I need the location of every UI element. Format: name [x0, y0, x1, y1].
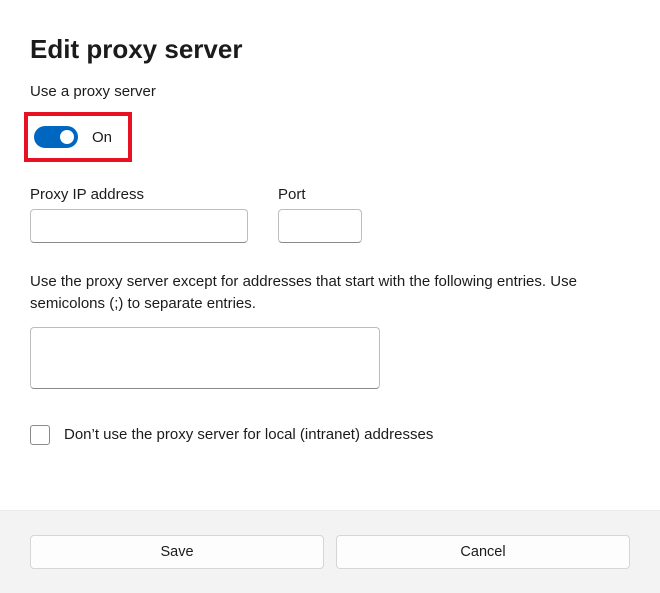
- proxy-toggle[interactable]: [34, 126, 78, 148]
- toggle-state-label: On: [92, 129, 112, 146]
- dialog-title: Edit proxy server: [30, 34, 630, 65]
- bypass-local-row: Don’t use the proxy server for local (in…: [30, 425, 630, 445]
- address-port-row: Proxy IP address Port: [30, 186, 630, 243]
- proxy-ip-input[interactable]: [30, 209, 248, 243]
- toggle-knob-icon: [60, 130, 74, 144]
- dialog-footer: Save Cancel: [0, 510, 660, 593]
- exceptions-help-text: Use the proxy server except for addresse…: [30, 271, 630, 315]
- port-label: Port: [278, 186, 362, 203]
- exceptions-input[interactable]: [30, 327, 380, 389]
- save-button[interactable]: Save: [30, 535, 324, 569]
- bypass-local-checkbox[interactable]: [30, 425, 50, 445]
- port-field: Port: [278, 186, 362, 243]
- edit-proxy-dialog: Edit proxy server Use a proxy server On …: [0, 0, 660, 510]
- toggle-highlight: On: [24, 112, 132, 162]
- ip-field: Proxy IP address: [30, 186, 248, 243]
- use-proxy-label: Use a proxy server: [30, 83, 630, 100]
- cancel-button[interactable]: Cancel: [336, 535, 630, 569]
- ip-label: Proxy IP address: [30, 186, 248, 203]
- bypass-local-label: Don’t use the proxy server for local (in…: [64, 426, 433, 443]
- proxy-port-input[interactable]: [278, 209, 362, 243]
